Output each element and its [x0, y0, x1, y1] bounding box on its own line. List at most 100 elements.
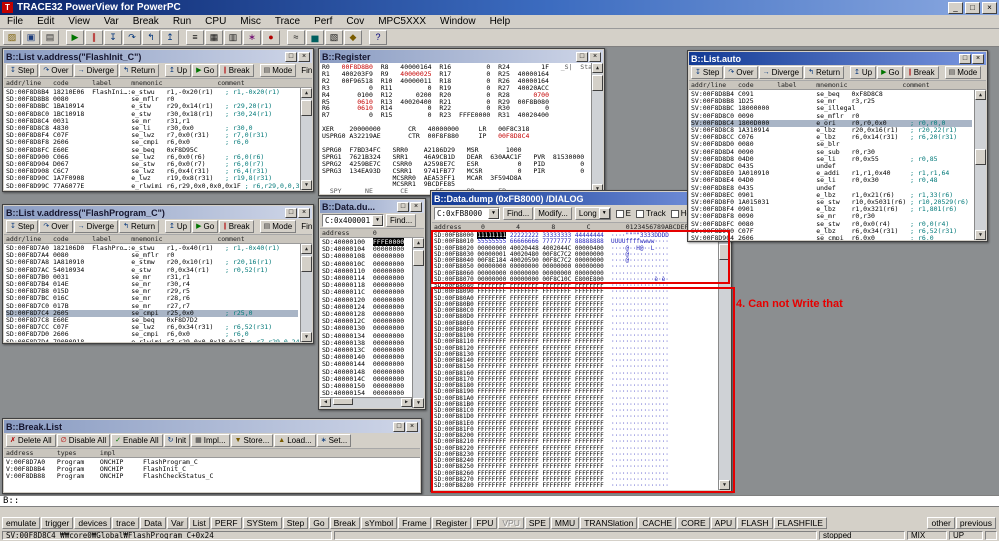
window-titlebar[interactable]: B::Break.List □ ×	[4, 420, 420, 433]
scrollbar-track[interactable]	[975, 100, 986, 230]
softkey-spe[interactable]: SPE	[524, 517, 550, 529]
menu-cov[interactable]: Cov	[339, 15, 371, 29]
step-over-button[interactable]: ↷ Over	[39, 64, 73, 77]
print-icon[interactable]: ▤	[41, 30, 59, 45]
step-over-button[interactable]: ↷ Over	[39, 220, 73, 233]
go-icon[interactable]: ▶	[66, 30, 84, 45]
vertical-scrollbar[interactable]: ▲▼	[300, 244, 312, 342]
chevron-down-icon[interactable]: ▼	[372, 215, 383, 226]
close-icon[interactable]: ×	[406, 421, 418, 432]
scroll-right-icon[interactable]: ▶	[401, 398, 412, 407]
close-icon[interactable]: ×	[298, 51, 310, 62]
scrollbar-track[interactable]	[592, 73, 603, 184]
window-restore-button[interactable]: □	[397, 201, 409, 212]
go-button[interactable]: ▶ Go	[192, 64, 219, 77]
up-button[interactable]: ↥ Up	[850, 66, 877, 79]
window-titlebar[interactable]: B::List v.address("FlashInit_C") □ ×	[4, 50, 312, 63]
softkey-frame[interactable]: Frame	[398, 517, 431, 529]
window-titlebar[interactable]: B::List v.address("FlashProgram_C") □ ×	[4, 206, 312, 219]
asm-line[interactable]: SD:00F8D7D4 790B0918 e_rlwimi r7,r29,0x0…	[6, 338, 311, 342]
menu-file[interactable]: File	[0, 15, 30, 29]
menu-trace[interactable]: Trace	[268, 15, 307, 29]
softkey-fpu[interactable]: FPU	[472, 517, 498, 529]
init-button[interactable]: ↻ Init	[163, 434, 191, 447]
vertical-scrollbar[interactable]: ▲▼	[591, 63, 603, 194]
diverge-button[interactable]: → Diverge	[73, 220, 119, 233]
window-restore-button[interactable]: □	[959, 53, 971, 64]
find-button[interactable]: Find...	[503, 207, 534, 220]
scrollbar-thumb[interactable]	[975, 149, 986, 166]
step-button[interactable]: ↧ Step	[6, 64, 39, 77]
address-combo[interactable]: C:0xFB8000 ▼	[434, 207, 500, 220]
return-button[interactable]: ↰ Return	[804, 66, 845, 79]
scrollbar-thumb[interactable]	[333, 398, 353, 405]
open-file-icon[interactable]: ▨	[3, 30, 21, 45]
scrollbar-track[interactable]	[301, 98, 312, 180]
scroll-up-icon[interactable]: ▲	[301, 244, 312, 254]
command-line[interactable]: B::	[0, 495, 999, 507]
set-button[interactable]: ∗ Set...	[316, 434, 352, 447]
scroll-up-icon[interactable]: ▲	[975, 90, 986, 100]
scrollbar-track[interactable]	[301, 254, 312, 332]
access-size-select[interactable]: Long ▼	[574, 207, 611, 220]
enable-all-button[interactable]: ✓ Enable All	[111, 434, 163, 447]
window-restore-button[interactable]: □	[393, 421, 405, 432]
softkey-go[interactable]: Go	[309, 517, 329, 529]
register-window-icon[interactable]: ▥	[224, 30, 242, 45]
step-icon[interactable]: ↧	[104, 30, 122, 45]
scroll-down-icon[interactable]: ▼	[413, 398, 424, 408]
scroll-up-icon[interactable]: ▲	[301, 88, 312, 98]
return-button[interactable]: ↰ Return	[119, 220, 160, 233]
breakpoint-list-icon[interactable]: ●	[262, 30, 280, 45]
menu-var[interactable]: Var	[97, 15, 126, 29]
breakpoint-row[interactable]: V:00F8DB88 Program ONCHIP FlashCheckStat…	[6, 473, 406, 480]
scroll-down-icon[interactable]: ▼	[975, 230, 986, 240]
softkey-data[interactable]: Data	[140, 517, 167, 529]
modify-button[interactable]: Modify...	[534, 207, 572, 220]
watch-variable-icon[interactable]: ∗	[243, 30, 261, 45]
scrollbar-thumb[interactable]	[301, 256, 312, 272]
up-button[interactable]: ↥ Up	[165, 220, 192, 233]
impl-button[interactable]: ▦ Impl...	[191, 434, 230, 447]
flash-icon[interactable]: ◆	[344, 30, 362, 45]
step-up-icon[interactable]: ↥	[161, 30, 179, 45]
step-button[interactable]: ↧ Step	[691, 66, 724, 79]
softkey-trigger[interactable]: trigger	[41, 517, 74, 529]
menu-view[interactable]: View	[61, 15, 97, 29]
softkey-emulate[interactable]: emulate	[2, 517, 41, 529]
trace-icon[interactable]: ≈	[287, 30, 305, 45]
close-icon[interactable]: ×	[589, 51, 601, 62]
window-titlebar[interactable]: B::Data.dump (0xFB8000) /DIALOG □ ×	[432, 192, 730, 205]
track-checkbox[interactable]: Track	[636, 209, 666, 218]
register-line[interactable]: USPRG0 A32219AE CTR 00F8F880 IP 00F8D8C4	[322, 133, 589, 140]
go-button[interactable]: ▶ Go	[877, 66, 904, 79]
softkey-translation[interactable]: TRANSlation	[580, 517, 638, 529]
softkey-trace[interactable]: trace	[112, 517, 140, 529]
break-icon[interactable]: ∥	[85, 30, 103, 45]
softkey-symbol[interactable]: sYmbol	[360, 517, 398, 529]
asm-line[interactable]: SV:00F8D904 2606 se_cmpi r6,0x0 ; r6,0	[691, 234, 972, 240]
window-titlebar[interactable]: B::Register □ ×	[320, 50, 603, 63]
chevron-down-icon[interactable]: ▼	[598, 208, 610, 219]
softkey-list[interactable]: List	[188, 517, 210, 529]
softkey-apu[interactable]: APU	[710, 517, 737, 529]
step-return-icon[interactable]: ↰	[142, 30, 160, 45]
register-line[interactable]: R7 0 R15 0 R23 FFFE0000 R31 40020400	[322, 112, 589, 119]
menu-edit[interactable]: Edit	[30, 15, 61, 29]
load-button[interactable]: ▲ Load...	[274, 434, 316, 447]
vertical-scrollbar[interactable]: ▲▼	[412, 238, 424, 408]
break-button[interactable]: ∥ Break	[904, 66, 939, 79]
scrollbar-thumb[interactable]	[301, 100, 312, 116]
close-button[interactable]: ×	[982, 1, 997, 14]
mmu-icon[interactable]: ▧	[325, 30, 343, 45]
window-restore-button[interactable]: □	[576, 51, 588, 62]
address-combo[interactable]: C:0x40000100▼	[322, 214, 384, 227]
softkey-perf[interactable]: PERF	[210, 517, 242, 529]
menu-perf[interactable]: Perf	[307, 15, 339, 29]
up-button[interactable]: ↥ Up	[165, 64, 192, 77]
scrollbar-thumb[interactable]	[719, 244, 730, 260]
mode-button[interactable]: ▤ Mode	[259, 220, 297, 233]
return-button[interactable]: ↰ Return	[119, 64, 160, 77]
close-icon[interactable]: ×	[298, 207, 310, 218]
close-icon[interactable]: ×	[410, 201, 422, 212]
